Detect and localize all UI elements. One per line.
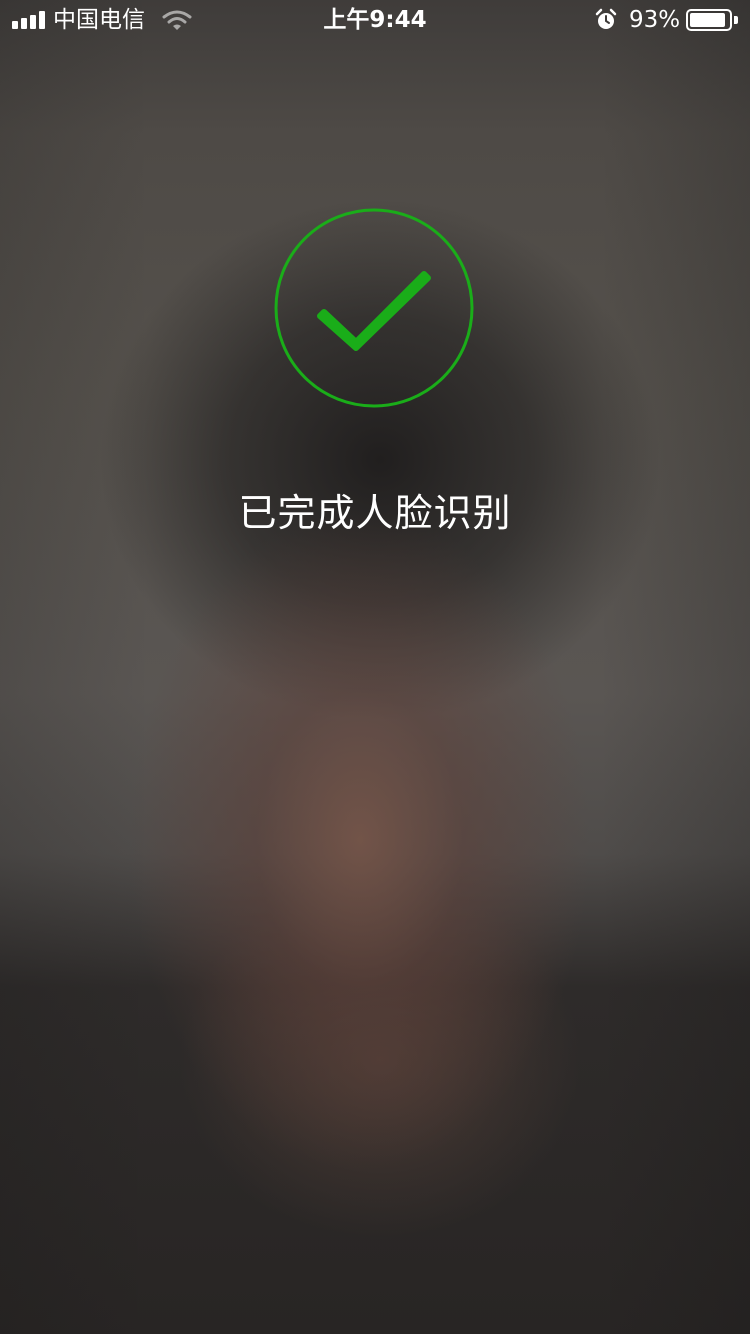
face-recognition-result-screen: 中国电信 上午9:44 93% 已完成人脸识别 — [0, 0, 750, 1334]
battery-fill — [690, 13, 725, 27]
alarm-icon — [595, 8, 617, 29]
check-circle-icon — [274, 208, 474, 408]
battery-percent: 93% — [629, 7, 681, 33]
battery-icon — [686, 9, 732, 31]
camera-preview-background — [0, 0, 750, 1334]
recognition-complete-message: 已完成人脸识别 — [238, 491, 512, 535]
status-bar: 中国电信 上午9:44 93% — [0, 0, 750, 40]
battery-cap — [734, 16, 738, 24]
